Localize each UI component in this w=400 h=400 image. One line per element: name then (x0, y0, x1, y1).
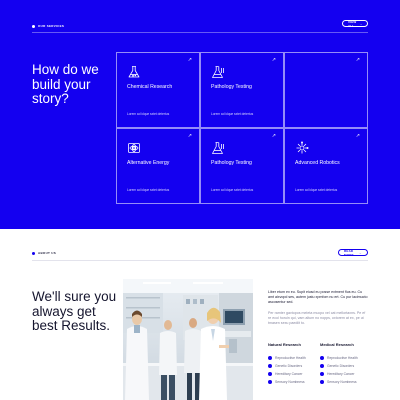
services-divider (32, 32, 368, 33)
arrow-up-right-icon: ↗ (187, 133, 192, 139)
bullet-icon (268, 372, 272, 376)
services-tag-label: OUR SERVICES (38, 24, 65, 28)
arrow-up-right-icon: ↗ (271, 57, 276, 63)
view-all-label: VIEW ALL (348, 19, 357, 28)
medical-research-column: Medical Research Reproductive Health Gen… (320, 342, 368, 386)
tag-dot-icon (32, 251, 35, 255)
service-card-title: Alternative Energy (127, 160, 170, 166)
service-card-chemical-research[interactable]: ↗ Chemical Research Lorem ad idque sxtet… (116, 52, 200, 128)
column-heading: Natural Research (268, 342, 301, 347)
service-card-title: Chemical Research (127, 84, 173, 90)
about-text: Liber etum ex eu. Supit eiusd eu posse e… (268, 290, 368, 326)
arrow-up-right-icon: ↗ (355, 133, 360, 139)
bullet-icon (320, 380, 324, 384)
service-card-title: Pathology Testing (211, 160, 252, 166)
list-item-label: Genetic Disorders (275, 364, 303, 368)
list-item: Genetic Disorders (268, 362, 316, 370)
list-item: Hereditary Cancer (268, 370, 316, 378)
arrow-right-icon: → (358, 250, 362, 255)
list-item-label: Hereditary Cancer (327, 372, 355, 376)
natural-research-column: Natural Research Reproductive Health Gen… (268, 342, 316, 386)
bullet-icon (320, 372, 324, 376)
list-item-label: Reproductive Health (275, 356, 306, 360)
arrow-right-icon: → (359, 21, 363, 26)
services-tag: OUR SERVICES (32, 24, 64, 28)
arrow-up-right-icon: ↗ (271, 133, 276, 139)
bullet-icon (268, 364, 272, 368)
list-item-label: Sensory Numbness (275, 380, 305, 384)
list-item: Hereditary Cancer (320, 370, 368, 378)
list-item-label: Hereditary Cancer (275, 372, 303, 376)
service-card-pathology-testing[interactable]: ↗ Pathology Testing Lorem ad idque sxtet… (200, 52, 284, 128)
bullet-icon (320, 356, 324, 360)
service-card-desc: Lorem ad idque sxtet detertus (127, 112, 170, 116)
about-tag-label: ABOUT US (38, 251, 57, 255)
lab-scientists-image (123, 279, 253, 400)
service-card-title: Advanced Robotics (295, 160, 340, 166)
service-card-desc: Lorem ad idque sxtet detertus (211, 112, 254, 116)
service-card-desc: Lorem ad idque sxtet detertus (127, 188, 170, 192)
arrow-up-right-icon: ↗ (355, 57, 360, 63)
arrow-up-right-icon: ↗ (187, 57, 192, 63)
atom-icon (128, 143, 140, 153)
bullet-icon (268, 380, 272, 384)
about-divider (32, 260, 368, 261)
tag-dot-icon (32, 24, 35, 28)
about-lead: Liber etum ex eu. Supit eiusd eu posse e… (268, 290, 368, 305)
about-tag: ABOUT US (32, 251, 56, 255)
list-item: Sensory Numbness (320, 378, 368, 386)
service-card-desc: Lorem ad idque sxtet detertus (211, 188, 254, 192)
beakers-icon (212, 142, 224, 154)
lab-photo (123, 279, 253, 400)
column-heading: Medical Research (320, 342, 354, 347)
list-item: Sensory Numbness (268, 378, 316, 386)
research-list: Reproductive Health Genetic Disorders He… (268, 354, 316, 386)
view-all-button[interactable]: VIEW ALL → (342, 19, 368, 28)
about-sub: Per ramter gavtopos meleta mucpo vel cat… (268, 310, 366, 326)
service-card-advanced-robotics[interactable]: ↗ Advanced Robotics Lorem ad idque sxtet… (284, 128, 368, 204)
list-item-label: Sensory Numbness (327, 380, 357, 384)
list-item: Reproductive Health (320, 354, 368, 362)
services-grid: ↗ Chemical Research Lorem ad idque sxtet… (116, 52, 368, 204)
beakers-icon (212, 66, 224, 78)
read-more-button[interactable]: READ MORE → (338, 248, 368, 257)
about-title: We'll sure you always get best Results. (32, 289, 117, 334)
list-item: Reproductive Health (268, 354, 316, 362)
service-card-desc: Lorem ad idque sxtet detertus (295, 188, 338, 192)
list-item: Genetic Disorders (320, 362, 368, 370)
read-more-label: READ MORE (344, 248, 354, 257)
bullet-icon (320, 364, 324, 368)
flask-icon (128, 66, 140, 78)
service-card-title: Pathology Testing (211, 84, 252, 90)
services-section: OUR SERVICES VIEW ALL → How do we build … (0, 0, 400, 229)
research-columns: Natural Research Reproductive Health Gen… (268, 342, 368, 386)
robot-icon (296, 141, 309, 154)
list-item-label: Genetic Disorders (327, 364, 355, 368)
bullet-icon (268, 356, 272, 360)
service-card-empty[interactable]: ↗ (284, 52, 368, 128)
service-card-pathology-testing-2[interactable]: ↗ Pathology Testing Lorem ad idque sxtet… (200, 128, 284, 204)
services-title: How do we build your story? (32, 62, 99, 107)
service-card-alternative-energy[interactable]: ↗ Alternative Energy Lorem ad idque sxte… (116, 128, 200, 204)
research-list: Reproductive Health Genetic Disorders He… (320, 354, 368, 386)
list-item-label: Reproductive Health (327, 356, 358, 360)
